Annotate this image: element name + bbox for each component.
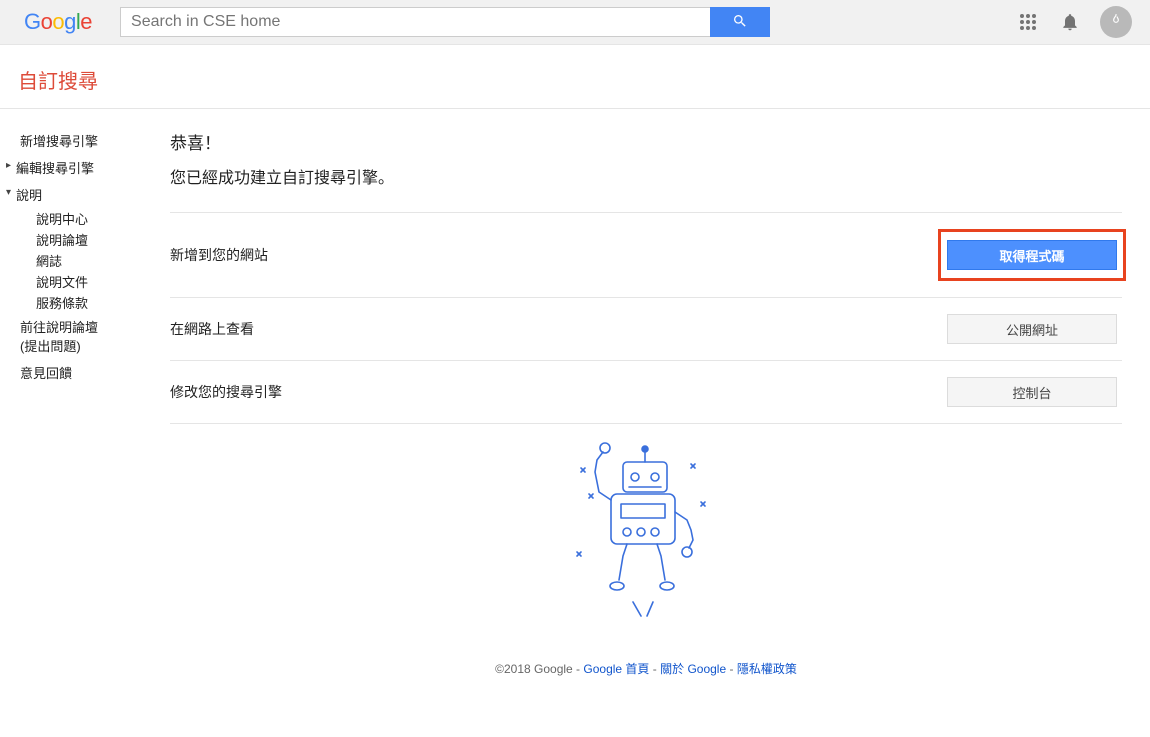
congrats-heading: 恭喜！: [170, 129, 1122, 154]
top-bar: Google: [0, 0, 1150, 45]
robot-illustration: [170, 424, 1122, 648]
footer-link-home[interactable]: Google 首頁: [583, 662, 649, 676]
row-view-online: 在網路上查看 公開網址: [170, 298, 1122, 361]
footer-sep: -: [729, 662, 736, 676]
account-avatar[interactable]: [1100, 6, 1132, 38]
row-label: 修改您的搜尋引擎: [170, 382, 942, 402]
flame-icon: [1109, 11, 1123, 34]
sidebar-sub-help-center[interactable]: 說明中心: [14, 208, 144, 229]
sidebar-item-new-engine[interactable]: 新增搜尋引擎: [14, 127, 144, 154]
caret-down-icon: ▾: [6, 187, 11, 198]
search-input[interactable]: [120, 7, 710, 37]
sidebar-item-feedback[interactable]: 意見回饋: [14, 359, 144, 386]
robot-icon: [541, 434, 751, 634]
footer-link-about[interactable]: 關於 Google: [660, 662, 726, 676]
sidebar-sub-docs[interactable]: 說明文件: [14, 271, 144, 292]
footer-sep: -: [653, 662, 660, 676]
footer-copyright: ©2018 Google -: [495, 662, 583, 676]
row-label: 在網路上查看: [170, 319, 942, 339]
sidebar-sub-help-forum[interactable]: 說明論壇: [14, 229, 144, 250]
public-url-button[interactable]: 公開網址: [947, 314, 1117, 344]
footer: ©2018 Google - Google 首頁 - 關於 Google - 隱…: [170, 648, 1122, 707]
sidebar-item-label: 前往說明論壇: [20, 317, 144, 336]
search-box: [120, 7, 770, 37]
page-title: 自訂搜尋: [0, 45, 1150, 109]
sidebar-sub-tos[interactable]: 服務條款: [14, 292, 144, 313]
highlight-box: 取得程式碼: [938, 229, 1126, 281]
search-icon: [732, 13, 748, 32]
get-code-button[interactable]: 取得程式碼: [947, 240, 1117, 270]
footer-link-privacy[interactable]: 隱私權政策: [737, 662, 797, 676]
sidebar-item-help[interactable]: ▾ 說明: [14, 181, 144, 208]
google-logo[interactable]: Google: [24, 9, 92, 35]
control-panel-button[interactable]: 控制台: [947, 377, 1117, 407]
sidebar-item-label: 編輯搜尋引擎: [16, 161, 94, 176]
row-add-to-site: 新增到您的網站 取得程式碼: [170, 213, 1122, 298]
congrats-message: 您已經成功建立自訂搜尋引擎。: [170, 164, 1122, 188]
apps-icon[interactable]: [1016, 10, 1040, 34]
notifications-icon[interactable]: [1058, 10, 1082, 34]
row-label: 新增到您的網站: [170, 245, 942, 265]
sidebar-item-sublabel: (提出問題): [20, 336, 144, 355]
sidebar-sub-blog[interactable]: 網誌: [14, 250, 144, 271]
caret-right-icon: ▸: [6, 160, 11, 171]
sidebar-item-label: 說明: [16, 188, 42, 203]
sidebar: 新增搜尋引擎 ▸ 編輯搜尋引擎 ▾ 說明 說明中心 說明論壇 網誌 說明文件 服…: [0, 109, 150, 737]
sidebar-item-go-forum[interactable]: 前往說明論壇 (提出問題): [14, 313, 144, 359]
sidebar-item-edit-engine[interactable]: ▸ 編輯搜尋引擎: [14, 154, 144, 181]
main-content: 恭喜！ 您已經成功建立自訂搜尋引擎。 新增到您的網站 取得程式碼 在網路上查看 …: [150, 109, 1150, 737]
row-modify-engine: 修改您的搜尋引擎 控制台: [170, 361, 1122, 424]
search-button[interactable]: [710, 7, 770, 37]
